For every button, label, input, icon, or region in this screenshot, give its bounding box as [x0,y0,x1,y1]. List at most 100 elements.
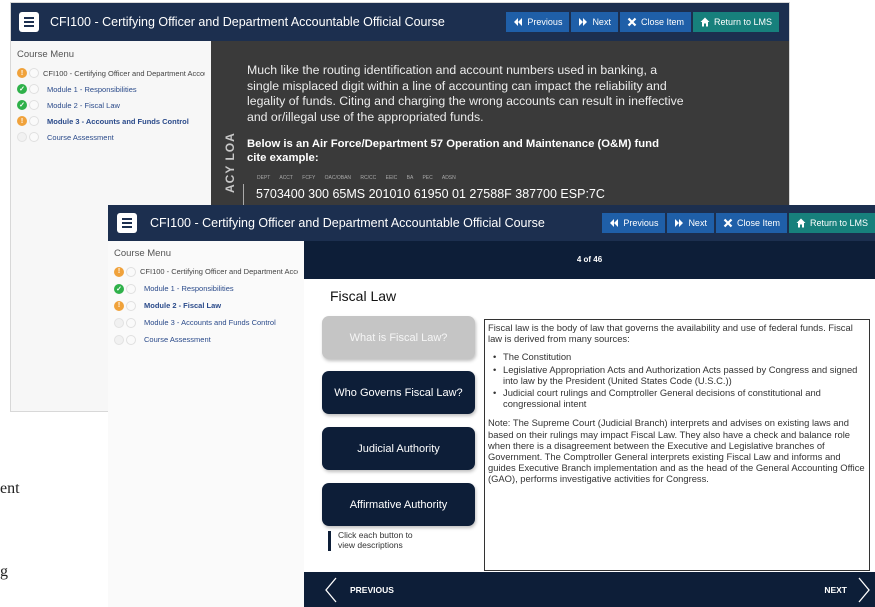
status-ring-icon [29,100,39,110]
hamburger-menu-button[interactable] [19,12,39,32]
status-ring-icon [29,116,39,126]
double-chevron-right-icon [579,18,588,26]
footer-next-button[interactable]: NEXT [824,572,871,607]
list-item: Legislative Appropriation Acts and Autho… [493,364,866,386]
sources-list: The Constitution Legislative Appropriati… [493,351,866,409]
menu-item-assessment[interactable]: Course Assessment [114,331,298,348]
status-ring-icon [126,317,136,328]
footer-previous-label: PREVIOUS [350,584,394,595]
complete-check-icon: ✓ [114,283,124,294]
page-title: Fiscal Law [330,288,397,304]
loa-label: ACY LOA [223,132,237,193]
menu-item-module-1[interactable]: ✓ Module 1 - Responsibilities [17,81,205,97]
menu-item-course[interactable]: ! CFI100 - Certifying Officer and Depart… [17,65,205,81]
in-progress-icon: ! [114,300,124,311]
not-started-icon [17,132,27,142]
menu-item-assessment[interactable]: Course Assessment [17,129,205,145]
background-text-fragment: ent [0,480,20,497]
previous-label: Previous [527,17,563,27]
previous-button[interactable]: Previous [506,12,570,32]
next-button[interactable]: Next [571,12,618,32]
return-to-lms-button[interactable]: Return to LMS [692,12,779,32]
menu-item-label: Module 3 - Accounts and Funds Control [144,318,276,327]
background-text-fragment: g [0,563,8,580]
menu-item-module-2[interactable]: ! Module 2 - Fiscal Law [114,297,298,314]
menu-item-module-3[interactable]: ! Module 3 - Accounts and Funds Control [17,113,205,129]
menu-item-label: Module 2 - Fiscal Law [47,100,120,110]
close-item-button[interactable]: Close Item [619,12,691,32]
who-governs-fiscal-law-button[interactable]: Who Governs Fiscal Law? [322,371,475,414]
in-progress-icon: ! [17,116,27,126]
footer-previous-button[interactable]: PREVIOUS [324,572,394,607]
status-ring-icon [29,68,39,78]
hint-line: view descriptions [338,539,403,550]
menu-item-label: Module 2 - Fiscal Law [144,301,222,310]
not-started-icon [114,317,124,328]
return-to-lms-label: Return to LMS [713,17,772,27]
menu-item-module-2[interactable]: ✓ Module 2 - Fiscal Law [17,97,205,113]
complete-check-icon: ✓ [17,100,27,110]
list-item: Judicial court rulings and Comptroller G… [493,387,866,409]
double-chevron-left-icon [610,219,619,227]
judicial-authority-button[interactable]: Judicial Authority [322,427,475,470]
menu-item-label: Course Assessment [47,132,114,142]
close-icon [627,17,637,27]
menu-item-label: Course Assessment [144,335,211,344]
in-progress-icon: ! [114,266,124,277]
status-ring-icon [126,334,136,345]
return-to-lms-button[interactable]: Return to LMS [788,213,875,233]
header-nav-buttons: Previous Next Close Item Return to LMS [506,12,779,32]
home-icon [700,17,710,27]
course-menu-heading: Course Menu [114,248,172,259]
menu-item-label: CFI100 - Certifying Officer and Departme… [43,68,205,78]
description-note: Note: The Supreme Court (Judicial Branch… [488,417,865,485]
not-started-icon [114,334,124,345]
home-icon [796,218,806,228]
fund-cite-heading: Below is an Air Force/Department 57 Oper… [247,138,659,164]
lesson-content: 4 of 46 Fiscal Law What is Fiscal Law? W… [304,241,875,607]
status-ring-icon [126,283,136,294]
description-panel: Fiscal law is the body of law that gover… [484,319,870,571]
double-chevron-left-icon [514,18,523,26]
menu-item-label: CFI100 - Certifying Officer and Departme… [140,267,298,276]
previous-label: Previous [623,218,659,228]
status-ring-icon [126,300,136,311]
menu-item-module-1[interactable]: ✓ Module 1 - Responsibilities [114,280,298,297]
hint-accent-bar [328,531,331,551]
return-to-lms-label: Return to LMS [809,218,868,228]
menu-item-label: Module 1 - Responsibilities [47,84,137,94]
course-menu-sidebar: Course Menu ! CFI100 - Certifying Office… [108,241,304,607]
affirmative-authority-button[interactable]: Affirmative Authority [322,483,475,526]
chevron-right-icon [858,577,870,602]
loa-column-headers: DEPT ACCT FCFY OAC/OBAN RC/CC EEIC BA PE… [257,175,456,181]
hint-text: Click each button to view descriptions [338,530,413,551]
header-nav-buttons: Previous Next Close Item Return to LMS [602,213,875,233]
course-title: CFI100 - Certifying Officer and Departme… [150,216,545,230]
next-button[interactable]: Next [667,213,714,233]
hamburger-menu-button[interactable] [117,213,137,233]
close-icon [723,218,733,228]
status-ring-icon [29,84,39,94]
course-title: CFI100 - Certifying Officer and Departme… [50,15,445,29]
what-is-fiscal-law-button[interactable]: What is Fiscal Law? [322,316,475,359]
description-intro: Fiscal law is the body of law that gover… [488,322,853,345]
chevron-left-icon [325,577,337,602]
close-item-label: Close Item [640,17,684,27]
previous-button[interactable]: Previous [602,213,666,233]
loa-fund-cite: 5703400 300 65MS 201010 61950 01 27588F … [243,184,605,206]
lesson-footer-nav: PREVIOUS NEXT [304,572,875,607]
course-menu-heading: Course Menu [17,49,75,60]
menu-item-module-3[interactable]: Module 3 - Accounts and Funds Control [114,314,298,331]
in-progress-icon: ! [17,68,27,78]
menu-item-label: Module 1 - Responsibilities [144,284,234,293]
front-course-window: CFI100 - Certifying Officer and Departme… [108,205,875,607]
footer-next-label: NEXT [824,584,847,595]
close-item-button[interactable]: Close Item [715,213,787,233]
instruction-hint: Click each button to view descriptions [328,530,413,551]
menu-item-course[interactable]: ! CFI100 - Certifying Officer and Depart… [114,263,298,280]
menu-item-label: Module 3 - Accounts and Funds Control [47,116,189,126]
next-label: Next [688,218,707,228]
status-ring-icon [126,266,136,277]
screenshot-stage: ent g CFI100 - Certifying Officer and De… [0,0,875,607]
course-header-bar: CFI100 - Certifying Officer and Departme… [11,3,789,41]
